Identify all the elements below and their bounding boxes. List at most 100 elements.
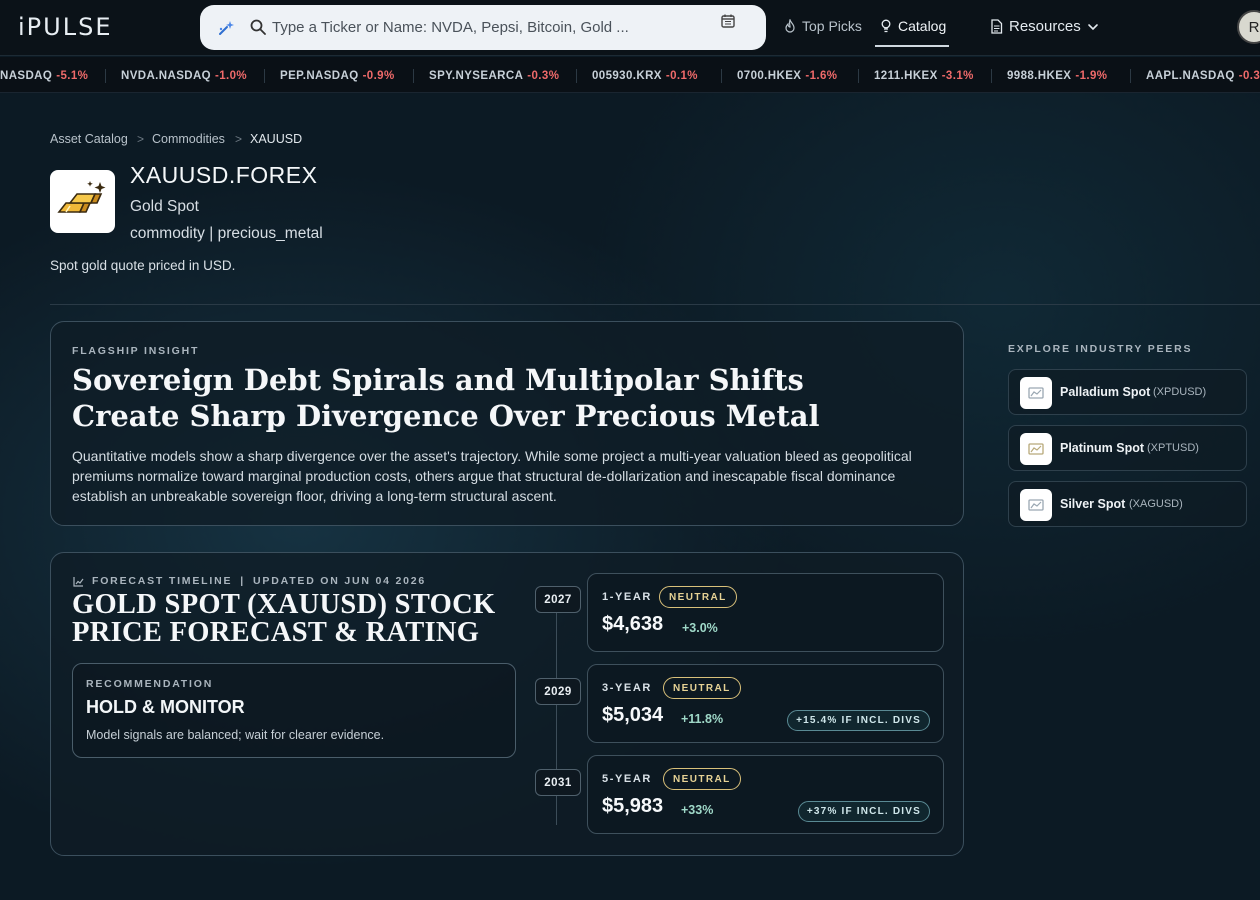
ai-sparkle-icon[interactable] [217, 19, 235, 37]
timeline-year: 2027 [535, 586, 581, 613]
ticker-change: -3.1% [941, 70, 974, 82]
peer-palladium[interactable]: Palladium Spot (XPDUSD) [1008, 369, 1247, 415]
ticker-change: -0.3% [527, 70, 560, 82]
peer-platinum[interactable]: Platinum Spot (XPTUSD) [1008, 425, 1247, 471]
flame-icon [785, 19, 795, 33]
breadcrumb-separator: > [137, 132, 145, 146]
gold-bars-icon [50, 170, 115, 233]
flagship-insight-card: FLAGSHIP INSIGHT Sovereign Debt Spirals … [50, 321, 964, 526]
forecast-price: $5,034 [602, 704, 664, 726]
top-nav: iPULSE Top Picks Catalog [0, 0, 1260, 56]
ticker-divider [1130, 69, 1131, 83]
insight-title: Sovereign Debt Spirals and Multipolar Sh… [72, 363, 820, 433]
ticker-change: -0.1% [665, 70, 698, 82]
insight-body: Quantitative models show a sharp diverge… [72, 448, 912, 504]
peer-code: (XAGUSD) [1129, 498, 1183, 510]
forecast-eyebrow-label: FORECAST TIMELINE [92, 575, 233, 587]
search-icon [250, 19, 266, 35]
calendar-icon[interactable] [720, 13, 736, 29]
section-divider [50, 304, 1260, 305]
chart-thumbnail-icon [1020, 377, 1052, 409]
search-input[interactable] [272, 15, 832, 39]
ticker-change: -1.6% [805, 70, 838, 82]
ticker-change: -1.0% [215, 70, 248, 82]
ticker-item[interactable]: 9988.HKEX -1.9% [1007, 70, 1107, 82]
app-logo[interactable]: iPULSE [18, 13, 112, 41]
rating-badge: NEUTRAL [663, 677, 741, 699]
peer-name: Platinum Spot [1060, 441, 1145, 455]
nav-catalog-label: Catalog [898, 18, 947, 34]
peer-code: (XPDUSD) [1153, 386, 1207, 398]
search-bar[interactable] [200, 5, 832, 50]
rating-badge: NEUTRAL [663, 768, 741, 790]
ticker-symbol: 9988.HKEX [1007, 70, 1072, 82]
ticker-divider [105, 69, 106, 83]
recommendation-title: HOLD & MONITOR [86, 697, 245, 717]
forecast-horizon: 3-YEAR [602, 682, 652, 694]
lightbulb-icon [881, 19, 891, 33]
recommendation-card: RECOMMENDATION HOLD & MONITOR Model sign… [72, 663, 516, 758]
ticker-symbol: 005930.KRX [592, 70, 662, 82]
nav-top-picks-label: Top Picks [802, 18, 862, 34]
ticker-symbol: 1211.HKEX [874, 70, 938, 82]
peer-code: (XPTUSD) [1147, 442, 1199, 454]
dividend-badge: +15.4% IF INCL. DIVS [787, 710, 930, 731]
asset-ticker: XAUUSD.FOREX [130, 162, 318, 188]
line-chart-icon [73, 576, 84, 587]
ticker-symbol: NVDA.NASDAQ [121, 70, 212, 82]
breadcrumb-current: XAUUSD [250, 132, 303, 146]
ticker-divider [858, 69, 859, 83]
ticker-item[interactable]: 1211.HKEX -3.1% [874, 70, 974, 82]
chevron-down-icon [1087, 23, 1098, 30]
forecast-title: GOLD SPOT (XAUUSD) STOCK PRICE FORECAST … [72, 589, 496, 648]
chart-thumbnail-icon [1020, 433, 1052, 465]
nav-resources[interactable]: Resources [990, 18, 1099, 35]
ticker-item[interactable]: PEP.NASDAQ -0.9% [280, 70, 395, 82]
ticker-change: -0.3 [1238, 70, 1260, 82]
active-tab-indicator [875, 45, 949, 47]
ticker-item[interactable]: 0700.HKEX -1.6% [737, 70, 837, 82]
asset-category: commodity | precious_metal [130, 225, 323, 242]
peers-title: EXPLORE INDUSTRY PEERS [1008, 343, 1193, 355]
ticker-item[interactable]: NVDA.NASDAQ -1.0% [121, 70, 247, 82]
ticker-divider [413, 69, 414, 83]
chart-thumbnail-icon [1020, 489, 1052, 521]
forecast-item-3-year: 3-YEAR NEUTRAL $5,034 +11.8% +15.4% IF I… [587, 664, 944, 743]
ticker-symbol: SPY.NYSEARCA [429, 70, 524, 82]
forecast-item-5-year: 5-YEAR NEUTRAL $5,983 +33% +37% IF INCL.… [587, 755, 944, 834]
ticker-item[interactable]: NASDAQ -5.1% [0, 70, 88, 82]
forecast-change: +3.0% [682, 621, 718, 635]
ticker-symbol: AAPL.NASDAQ [1146, 70, 1235, 82]
forecast-horizon: 5-YEAR [602, 773, 652, 785]
ticker-divider [721, 69, 722, 83]
ticker-item[interactable]: SPY.NYSEARCA -0.3% [429, 70, 559, 82]
breadcrumb-asset-catalog[interactable]: Asset Catalog [50, 132, 128, 146]
forecast-eyebrow: FORECAST TIMELINE | UPDATED ON JUN 04 20… [73, 575, 426, 587]
breadcrumb-commodities[interactable]: Commodities [152, 132, 225, 146]
peer-name: Palladium Spot [1060, 385, 1151, 399]
ticker-symbol: NASDAQ [0, 70, 53, 82]
timeline-year: 2029 [535, 678, 581, 705]
ticker-item[interactable]: 005930.KRX -0.1% [592, 70, 698, 82]
recommendation-body: Model signals are balanced; wait for cle… [86, 728, 385, 742]
forecast-item-1-year: 1-YEAR NEUTRAL $4,638 +3.0% [587, 573, 944, 652]
asset-description: Spot gold quote priced in USD. [50, 258, 236, 273]
ticker-divider [991, 69, 992, 83]
breadcrumb-separator: > [235, 132, 243, 146]
forecast-eyebrow-separator: | [240, 575, 246, 587]
dividend-badge: +37% IF INCL. DIVS [797, 801, 930, 822]
ticker-change: -1.9% [1075, 70, 1108, 82]
insight-eyebrow: FLAGSHIP INSIGHT [72, 345, 200, 357]
nav-top-picks[interactable]: Top Picks [784, 18, 862, 34]
forecast-change: +11.8% [681, 712, 724, 726]
document-icon [991, 19, 1003, 34]
ticker-change: -0.9% [362, 70, 395, 82]
ticker-item[interactable]: AAPL.NASDAQ -0.3 [1146, 70, 1260, 82]
ticker-symbol: PEP.NASDAQ [280, 70, 359, 82]
nav-catalog[interactable]: Catalog [880, 18, 946, 34]
forecast-change: +33% [681, 803, 714, 817]
ticker-divider [264, 69, 265, 83]
user-avatar[interactable]: R [1237, 10, 1260, 44]
peer-silver[interactable]: Silver Spot (XAGUSD) [1008, 481, 1247, 527]
ticker-strip: NASDAQ -5.1% NVDA.NASDAQ -1.0% PEP.NASDAQ -… [0, 57, 1260, 93]
